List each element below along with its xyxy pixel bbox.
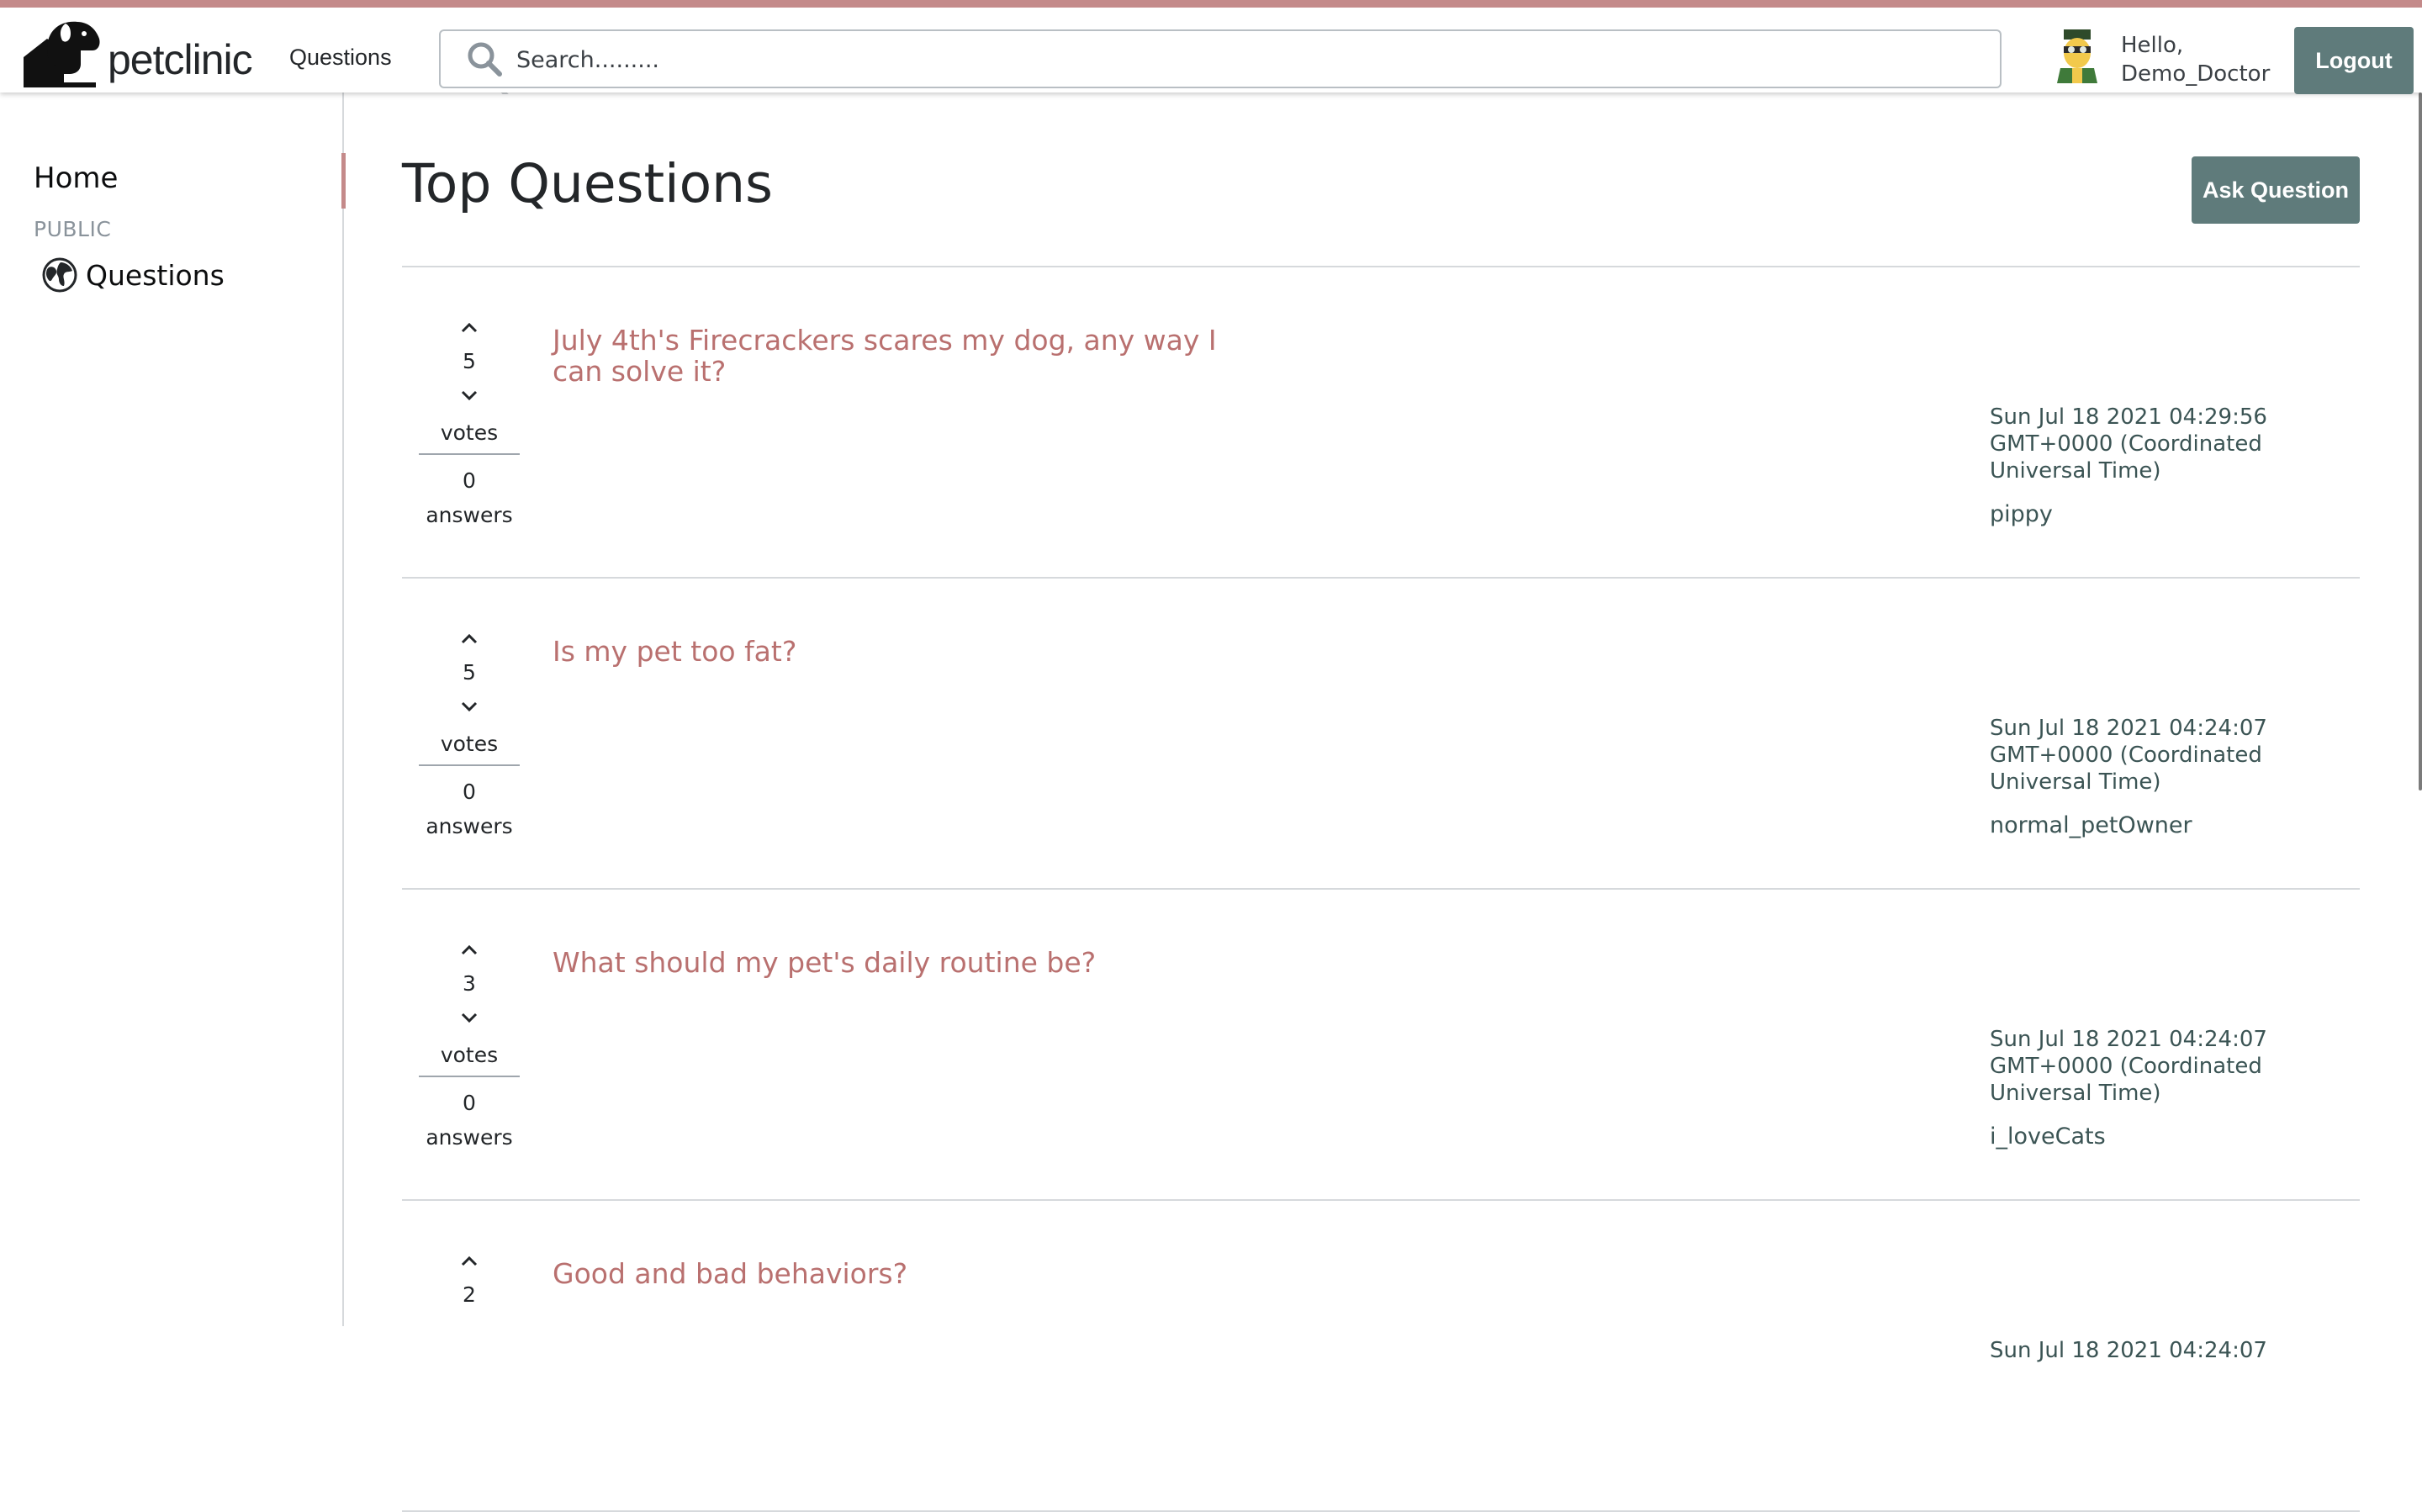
vote-count: 5 <box>463 349 476 373</box>
logo-text: petclinic <box>108 36 253 83</box>
ask-question-button[interactable]: Ask Question <box>2192 156 2360 224</box>
sidebar-section-label: PUBLIC <box>34 217 112 241</box>
vote-count: 2 <box>463 1282 476 1307</box>
upvote-chevron-up-icon[interactable] <box>452 1246 486 1277</box>
top-navbar: petclinic Questions Hello, Demo_Doctor L… <box>0 0 2422 94</box>
vote-panel: 5 votes 0 answers <box>419 624 520 838</box>
answers-label: answers <box>426 503 513 527</box>
answers-label: answers <box>426 814 513 838</box>
question-item: 3 votes 0 answers What should my pet's d… <box>402 890 2360 1201</box>
question-author[interactable]: pippy <box>1990 501 2309 527</box>
dog-logo-icon <box>24 21 100 87</box>
sidebar-item-questions-label: Questions <box>86 258 225 292</box>
nav-questions-link[interactable]: Questions <box>289 45 392 71</box>
question-meta: Sun Jul 18 2021 04:24:07 GMT+0000 (Coord… <box>1990 1026 2309 1150</box>
question-list: 5 votes 0 answers July 4th's Firecracker… <box>402 267 2360 1512</box>
answers-count: 0 <box>463 1091 476 1115</box>
votes-label: votes <box>419 420 520 455</box>
downvote-chevron-down-icon[interactable] <box>452 691 486 722</box>
answers-count: 0 <box>463 468 476 493</box>
vote-count: 3 <box>463 971 476 996</box>
globe-icon <box>42 257 77 293</box>
question-title-link[interactable]: Good and bad behaviors? <box>553 1258 1259 1289</box>
answers-label: answers <box>426 1125 513 1150</box>
upvote-chevron-up-icon[interactable] <box>452 624 486 654</box>
vote-panel: 2 <box>419 1246 520 1314</box>
question-meta: Sun Jul 18 2021 04:24:07 <box>1990 1337 2309 1364</box>
votes-label: votes <box>419 732 520 766</box>
question-author[interactable]: normal_petOwner <box>1990 812 2309 838</box>
question-meta: Sun Jul 18 2021 04:29:56 GMT+0000 (Coord… <box>1990 404 2309 527</box>
vote-count: 5 <box>463 660 476 685</box>
logout-button[interactable]: Logout <box>2294 27 2414 94</box>
sidebar: Home PUBLIC Questions <box>0 93 346 1326</box>
question-date: Sun Jul 18 2021 04:24:07 <box>1990 1338 2267 1363</box>
user-greeting: Hello, Demo_Doctor <box>2121 31 2289 88</box>
question-meta: Sun Jul 18 2021 04:24:07 GMT+0000 (Coord… <box>1990 715 2309 838</box>
search-box[interactable] <box>439 29 2002 88</box>
avatar[interactable] <box>2054 28 2101 83</box>
question-date: Sun Jul 18 2021 04:29:56 GMT+0000 (Coord… <box>1990 404 2267 484</box>
question-item: 2 Good and bad behaviors? Sun Jul 18 202… <box>402 1201 2360 1512</box>
question-title-link[interactable]: July 4th's Firecrackers scares my dog, a… <box>553 325 1259 387</box>
sidebar-item-home-label: Home <box>34 161 119 195</box>
active-indicator <box>341 153 346 209</box>
scrollbar[interactable] <box>2419 93 2422 790</box>
downvote-chevron-down-icon[interactable] <box>452 1002 486 1033</box>
question-item: 5 votes 0 answers July 4th's Firecracker… <box>402 267 2360 579</box>
question-title-link[interactable]: Is my pet too fat? <box>553 636 1259 667</box>
vote-panel: 3 votes 0 answers <box>419 935 520 1150</box>
question-date: Sun Jul 18 2021 04:24:07 GMT+0000 (Coord… <box>1990 1027 2267 1106</box>
votes-label: votes <box>419 1043 520 1077</box>
question-date: Sun Jul 18 2021 04:24:07 GMT+0000 (Coord… <box>1990 716 2267 795</box>
page-title: Top Questions <box>402 153 773 214</box>
question-author[interactable]: i_loveCats <box>1990 1123 2309 1150</box>
greeting-text: Hello, <box>2121 33 2184 58</box>
question-title-link[interactable]: What should my pet's daily routine be? <box>553 947 1259 978</box>
sidebar-item-home[interactable]: Home <box>34 153 346 212</box>
question-item: 5 votes 0 answers Is my pet too fat? Sun… <box>402 579 2360 890</box>
username-text: Demo_Doctor <box>2121 61 2271 87</box>
search-icon <box>468 42 502 77</box>
sidebar-item-questions[interactable]: Questions <box>42 257 225 293</box>
vote-panel: 5 votes 0 answers <box>419 313 520 527</box>
downvote-chevron-down-icon[interactable] <box>452 380 486 410</box>
upvote-chevron-up-icon[interactable] <box>452 313 486 343</box>
upvote-chevron-up-icon[interactable] <box>452 935 486 965</box>
search-input[interactable] <box>516 41 1946 78</box>
answers-count: 0 <box>463 780 476 804</box>
logo-link[interactable]: petclinic <box>22 14 253 90</box>
